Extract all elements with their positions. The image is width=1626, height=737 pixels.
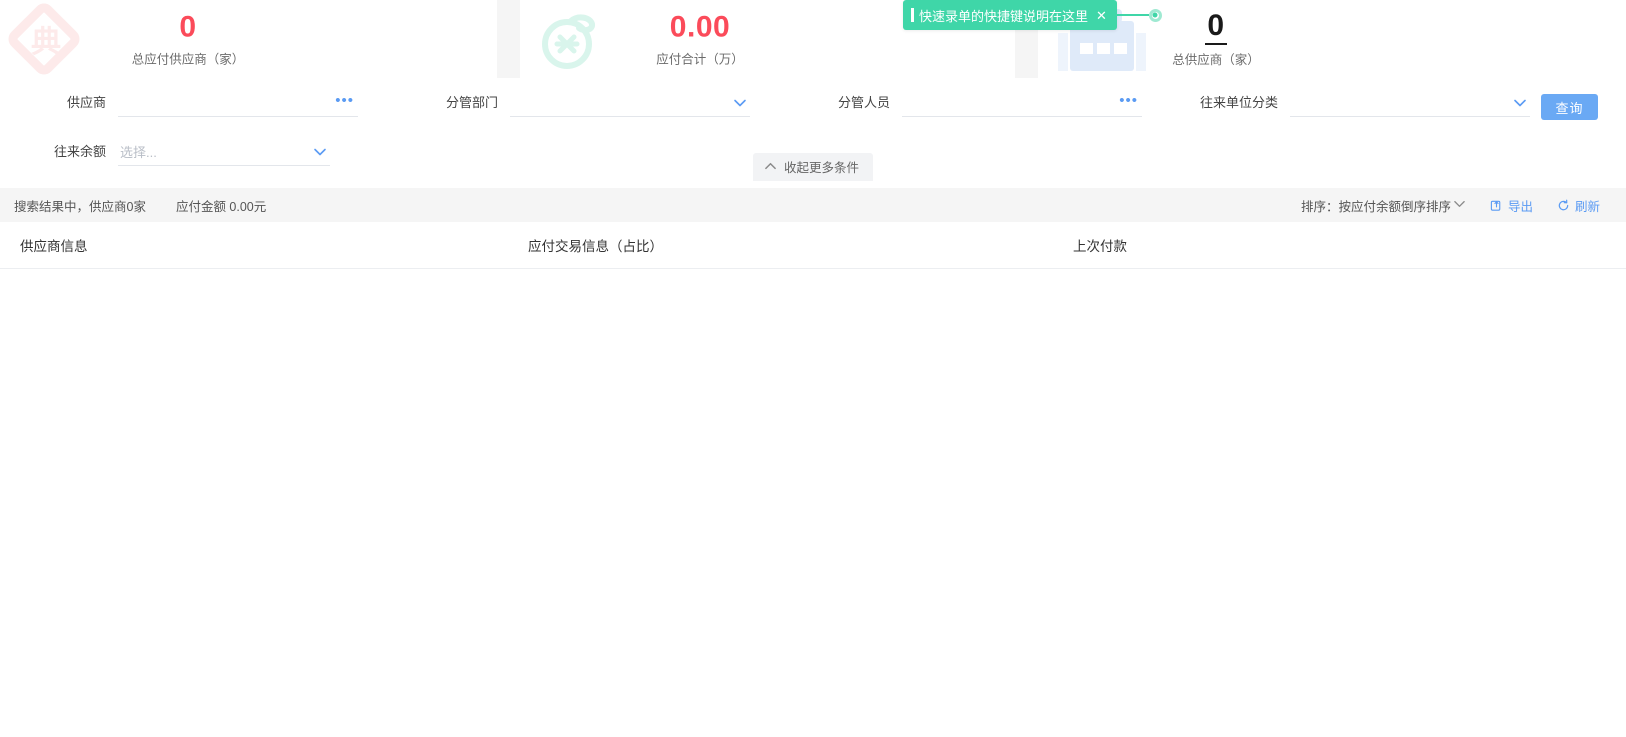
export-button-label: 导出 <box>1507 199 1533 214</box>
collapse-more-conditions-label: 收起更多条件 <box>783 161 859 175</box>
chevron-down-icon[interactable] <box>733 96 746 109</box>
chevron-down-icon[interactable] <box>1513 96 1526 109</box>
stat-card-total-payable-suppliers: 典 0 总应付供应商（家） <box>0 0 497 78</box>
filter-category: 往来单位分类 <box>1178 90 1530 117</box>
table-column-header-payable-transaction: 应付交易信息（占比） <box>528 239 663 254</box>
stat-card-3-text: 0 总供应商（家） <box>1156 10 1276 68</box>
result-count-text: 搜索结果中，供应商0家 <box>14 199 146 214</box>
table-body-empty <box>0 269 1626 509</box>
person-more-icon[interactable]: ••• <box>1119 92 1138 110</box>
supplier-input[interactable] <box>118 90 358 116</box>
export-button[interactable]: 导出 <box>1490 196 1533 215</box>
table-header-row: 供应商信息 应付交易信息（占比） 上次付款 <box>0 222 1626 269</box>
filter-category-control <box>1290 90 1530 117</box>
stat-divider-1 <box>497 0 520 78</box>
sort-selector-label: 排序：按应付余额倒序排序 <box>1300 199 1451 214</box>
result-actions: 排序：按应付余额倒序排序 导出 刷新 <box>1301 196 1600 215</box>
refresh-button[interactable]: 刷新 <box>1557 196 1600 215</box>
shortcut-tooltip-bubble: 快速录单的快捷键说明在这里 ✕ <box>903 0 1117 30</box>
result-summary-bar: 搜索结果中，供应商0家 应付金额 0.00元 排序：按应付余额倒序排序 导出 刷… <box>0 188 1626 222</box>
filter-person-label: 分管人员 <box>837 95 890 110</box>
stats-row: 典 0 总应付供应商（家） 0.00 应付合计（万） 0 总供应商（家） 快速录… <box>0 0 1626 78</box>
stat-card-3-label: 总供应商（家） <box>1172 53 1260 67</box>
tooltip-anchor-dot <box>1148 8 1162 22</box>
table-column-header-last-payment: 上次付款 <box>1073 239 1127 254</box>
query-button[interactable]: 查询 <box>1541 94 1598 120</box>
collapse-wrap: 收起更多条件 <box>0 153 1626 181</box>
filter-supplier-control: ••• <box>118 90 358 117</box>
filter-department: 分管部门 <box>412 90 750 117</box>
export-icon <box>1490 199 1503 212</box>
stat-card-3-value: 0 <box>1205 10 1227 45</box>
filter-person: 分管人员 ••• <box>804 90 1142 117</box>
filter-row-1: 供应商 ••• 分管部门 分管人员 ••• 往来单位分类 查询 <box>0 78 1626 127</box>
table-column-header-supplier-info: 供应商信息 <box>20 239 88 254</box>
filter-person-control: ••• <box>902 90 1142 117</box>
stat-card-1-text: 0 总应付供应商（家） <box>128 11 248 68</box>
stat-card-1-label: 总应付供应商（家） <box>131 52 245 67</box>
filter-category-label: 往来单位分类 <box>1199 95 1278 110</box>
shortcut-tooltip: 快速录单的快捷键说明在这里 ✕ <box>903 0 1162 30</box>
filter-panel: 供应商 ••• 分管部门 分管人员 ••• 往来单位分类 查询 往来余额 选择.… <box>0 78 1626 188</box>
stat-card-2-value: 0.00 <box>669 10 731 44</box>
result-summary-left: 搜索结果中，供应商0家 应付金额 0.00元 <box>14 196 266 215</box>
sort-selector[interactable]: 排序：按应付余额倒序排序 <box>1301 196 1466 215</box>
collapse-more-conditions-button[interactable]: 收起更多条件 <box>752 153 873 181</box>
stat-card-2-text: 0.00 应付合计（万） <box>640 11 760 68</box>
stat-card-2-label: 应付合计（万） <box>656 52 744 67</box>
refresh-icon <box>1557 199 1570 212</box>
category-input[interactable] <box>1290 90 1530 116</box>
filter-department-control <box>510 90 750 117</box>
person-input[interactable] <box>902 90 1142 116</box>
close-icon[interactable]: ✕ <box>1096 9 1107 22</box>
shortcut-tooltip-text: 快速录单的快捷键说明在这里 <box>919 8 1089 24</box>
department-input[interactable] <box>510 90 750 116</box>
filter-department-label: 分管部门 <box>445 95 498 110</box>
filter-supplier: 供应商 ••• <box>20 90 358 117</box>
supplier-more-icon[interactable]: ••• <box>335 92 354 110</box>
diamond-watermark-glyph: 典 <box>31 25 61 60</box>
filter-supplier-label: 供应商 <box>66 95 106 110</box>
supplier-table: 供应商信息 应付交易信息（占比） 上次付款 <box>0 222 1626 737</box>
refresh-button-label: 刷新 <box>1574 199 1600 214</box>
chevron-down-icon <box>1453 197 1466 213</box>
chevron-up-icon <box>764 160 777 173</box>
tooltip-connector-line <box>1116 14 1149 16</box>
stat-card-1-value: 0 <box>179 10 197 44</box>
coin-watermark-icon <box>538 7 602 71</box>
tooltip-accent-bar <box>911 8 914 22</box>
result-amount-text: 应付金额 0.00元 <box>175 199 267 214</box>
